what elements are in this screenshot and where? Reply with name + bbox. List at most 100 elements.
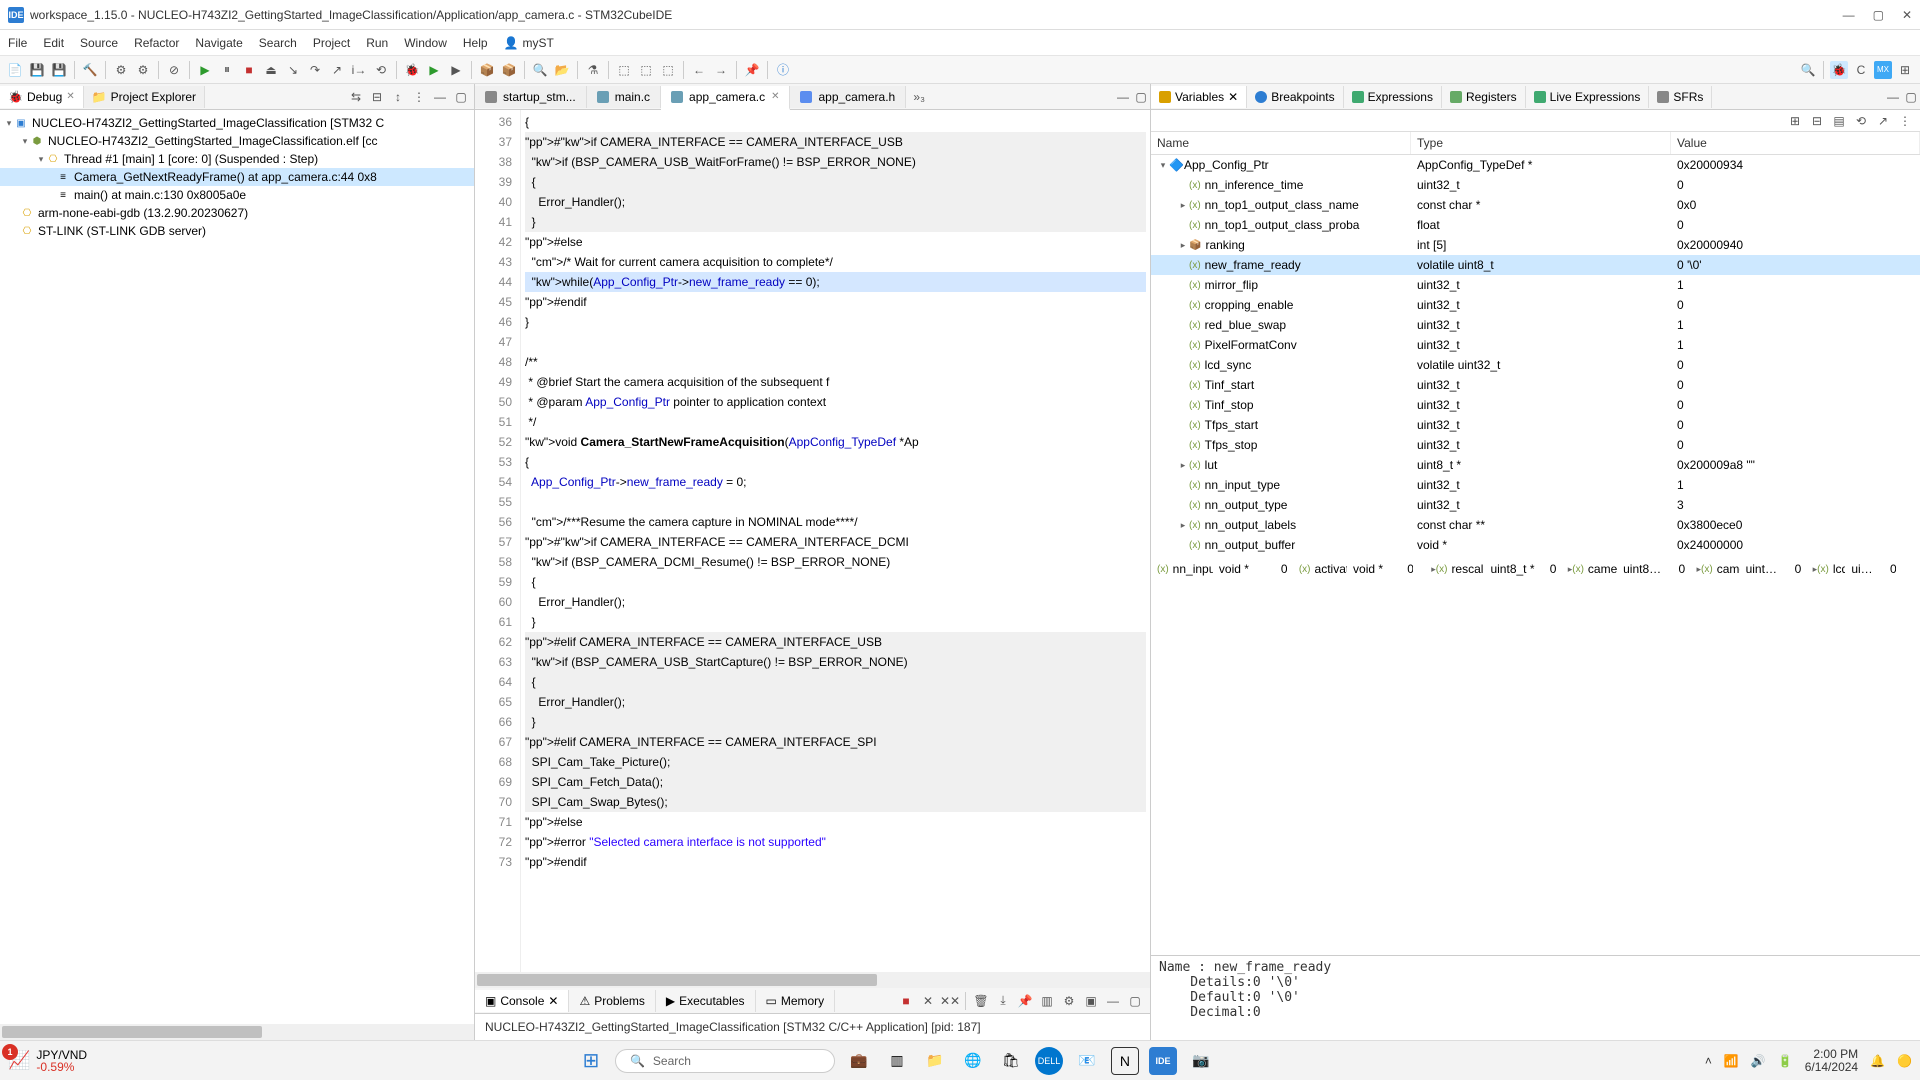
var-row[interactable]: ▸(x)camera_capture_buffer uint8_t * 0x30… (1556, 558, 1914, 580)
var-row[interactable]: (x)new_frame_ready volatile uint8_t 0 '\… (1151, 255, 1920, 275)
vars-tool2-icon[interactable]: ⊟ (1808, 112, 1826, 130)
code-editor[interactable]: 3637383940414243444546474849505152535455… (475, 110, 1150, 972)
tab-app-camera-h[interactable]: app_camera.h (790, 86, 906, 108)
console-removeall-icon[interactable]: ✕✕ (941, 992, 959, 1010)
myst-button[interactable]: 👤 myST (504, 36, 554, 50)
taskbar-dell[interactable]: DELL (1035, 1047, 1063, 1075)
var-row[interactable]: ▸(x)lut uint8_t * 0x200009a8 "" (1151, 455, 1920, 475)
battery-icon[interactable]: 🔋 (1778, 1054, 1793, 1068)
tab-debug[interactable]: 🐞 Debug ✕ (0, 86, 84, 108)
info-icon[interactable]: ⓘ (774, 61, 792, 79)
skip-bp-icon[interactable]: ⊘ (165, 61, 183, 79)
var-row[interactable]: ▸(x)nn_output_labels const char ** 0x380… (1151, 515, 1920, 535)
var-row[interactable]: (x)nn_inference_time uint32_t 0 (1151, 175, 1920, 195)
stack-frame-1[interactable]: ≡main() at main.c:130 0x8005a0e (0, 186, 474, 204)
menu-project[interactable]: Project (313, 36, 350, 50)
var-row[interactable]: (x)nn_input_type uint32_t 1 (1151, 475, 1920, 495)
console-open-icon[interactable]: ▣ (1082, 992, 1100, 1010)
var-row[interactable]: (x)nn_output_type uint32_t 3 (1151, 495, 1920, 515)
vars-tool3-icon[interactable]: ▤ (1830, 112, 1848, 130)
tab-expressions[interactable]: Expressions (1344, 86, 1442, 108)
var-row[interactable]: (x)nn_input_buffer void * 0x240079b4 (x)… (1151, 555, 1920, 583)
terminate-icon[interactable]: ■ (240, 61, 258, 79)
var-row[interactable]: (x)lcd_sync volatile uint32_t 0 (1151, 355, 1920, 375)
console-min-icon[interactable]: ― (1104, 992, 1122, 1010)
taskbar-camera[interactable]: 📷 (1187, 1047, 1215, 1075)
console-clear-icon[interactable]: 🗑 (972, 992, 990, 1010)
open-type-icon[interactable]: 📂 (553, 61, 571, 79)
tab-executables[interactable]: ▶ Executables (656, 990, 756, 1012)
tab-sfrs[interactable]: SFRs (1649, 86, 1712, 108)
menu-window[interactable]: Window (404, 36, 447, 50)
lp-max-icon[interactable]: ▢ (452, 88, 470, 106)
back-icon[interactable]: ← (690, 61, 708, 79)
tab-memory[interactable]: ▭ Memory (756, 990, 836, 1012)
var-row[interactable]: (x)Tfps_stop uint32_t 0 (1151, 435, 1920, 455)
debug-icon[interactable]: 🐞 (403, 61, 421, 79)
tab-registers[interactable]: Registers (1442, 86, 1526, 108)
misc2-icon[interactable]: ⬚ (637, 61, 655, 79)
editor-hscroll[interactable] (475, 972, 1150, 988)
step-into-icon[interactable]: ↘ (284, 61, 302, 79)
save-icon[interactable]: 💾 (28, 61, 46, 79)
ext-tools-icon[interactable]: ⚗ (584, 61, 602, 79)
taskbar-app1[interactable]: 💼 (845, 1047, 873, 1075)
tab-app-camera-c[interactable]: app_camera.c✕ (661, 86, 790, 110)
disconnect-icon[interactable]: ⏏ (262, 61, 280, 79)
build-icon[interactable]: 🔨 (81, 61, 99, 79)
var-row[interactable]: (x)Tinf_stop uint32_t 0 (1151, 395, 1920, 415)
taskbar-explorer[interactable]: 📁 (921, 1047, 949, 1075)
menu-help[interactable]: Help (463, 36, 488, 50)
menu-refactor[interactable]: Refactor (134, 36, 179, 50)
ed-min-icon[interactable]: ― (1114, 88, 1132, 106)
tab-project-explorer[interactable]: 📁 Project Explorer (84, 86, 205, 108)
gdb-node[interactable]: ⎔arm-none-eabi-gdb (13.2.90.20230627) (0, 204, 474, 222)
run-last-icon[interactable]: ▶ (447, 61, 465, 79)
var-row[interactable]: (x)mirror_flip uint32_t 1 (1151, 275, 1920, 295)
console-terminate-icon[interactable]: ■ (897, 992, 915, 1010)
restart-icon[interactable]: ⟲ (372, 61, 390, 79)
search-tb-icon[interactable]: 🔍 (531, 61, 549, 79)
thread-node[interactable]: ▾⎔Thread #1 [main] 1 [core: 0] (Suspende… (0, 150, 474, 168)
var-row[interactable]: (x)cropping_enable uint32_t 0 (1151, 295, 1920, 315)
quick-search-icon[interactable]: 🔍 (1799, 61, 1817, 79)
run-icon[interactable]: ▶ (425, 61, 443, 79)
maximize-button[interactable]: ▢ (1873, 8, 1884, 22)
lp-menu-icon[interactable]: ⋮ (410, 88, 428, 106)
tab-breakpoints[interactable]: Breakpoints (1247, 86, 1343, 108)
menu-file[interactable]: File (8, 36, 27, 50)
taskbar-app2[interactable]: ▥ (883, 1047, 911, 1075)
misc3-icon[interactable]: ⬚ (659, 61, 677, 79)
var-row[interactable]: (x)Tfps_start uint32_t 0 (1151, 415, 1920, 435)
vars-tool1-icon[interactable]: ⊞ (1786, 112, 1804, 130)
taskbar-search[interactable]: 🔍 Search (615, 1049, 835, 1073)
tab-startup[interactable]: startup_stm... (475, 86, 587, 108)
elf-node[interactable]: ▾⬢NUCLEO-H743ZI2_GettingStarted_ImageCla… (0, 132, 474, 150)
fwd-icon[interactable]: → (712, 61, 730, 79)
stlink-node[interactable]: ⎔ST-LINK (ST-LINK GDB server) (0, 222, 474, 240)
vars-tool4-icon[interactable]: ⟲ (1852, 112, 1870, 130)
close-button[interactable]: ✕ (1902, 8, 1912, 22)
cfg-icon[interactable]: 📦 (478, 61, 496, 79)
var-row[interactable]: ▸(x)camera_capture_buffer_no_bc uint8_t … (1685, 559, 1908, 579)
step-over-icon[interactable]: ↷ (306, 61, 324, 79)
var-row[interactable]: ▸(x)nn_top1_output_class_name const char… (1151, 195, 1920, 215)
perspective-mx-icon[interactable]: MX (1874, 61, 1892, 79)
var-row[interactable]: ▾🔷 App_Config_Ptr AppConfig_TypeDef * 0x… (1151, 155, 1920, 175)
vars-menu-icon[interactable]: ⋮ (1896, 112, 1914, 130)
rp-max-icon[interactable]: ▢ (1902, 88, 1920, 106)
rp-min-icon[interactable]: ― (1884, 88, 1902, 106)
taskbar-ide[interactable]: IDE (1149, 1047, 1177, 1075)
lp-tool3-icon[interactable]: ↕ (389, 88, 407, 106)
pin-icon[interactable]: 📌 (743, 61, 761, 79)
tool2-icon[interactable]: ⚙ (134, 61, 152, 79)
console-pin-icon[interactable]: 📌 (1016, 992, 1034, 1010)
close-icon[interactable]: ✕ (771, 91, 779, 102)
tab-variables[interactable]: Variables ✕ (1151, 86, 1247, 108)
suspend-icon[interactable]: ⏸ (218, 61, 236, 79)
stock-widget[interactable]: JPY/VND -0.59% (36, 1049, 87, 1073)
taskbar-outlook[interactable]: 📧 (1073, 1047, 1101, 1075)
tab-list-icon[interactable]: »₃ (910, 88, 928, 106)
lp-min-icon[interactable]: ― (431, 88, 449, 106)
left-scroll[interactable] (0, 1024, 474, 1040)
